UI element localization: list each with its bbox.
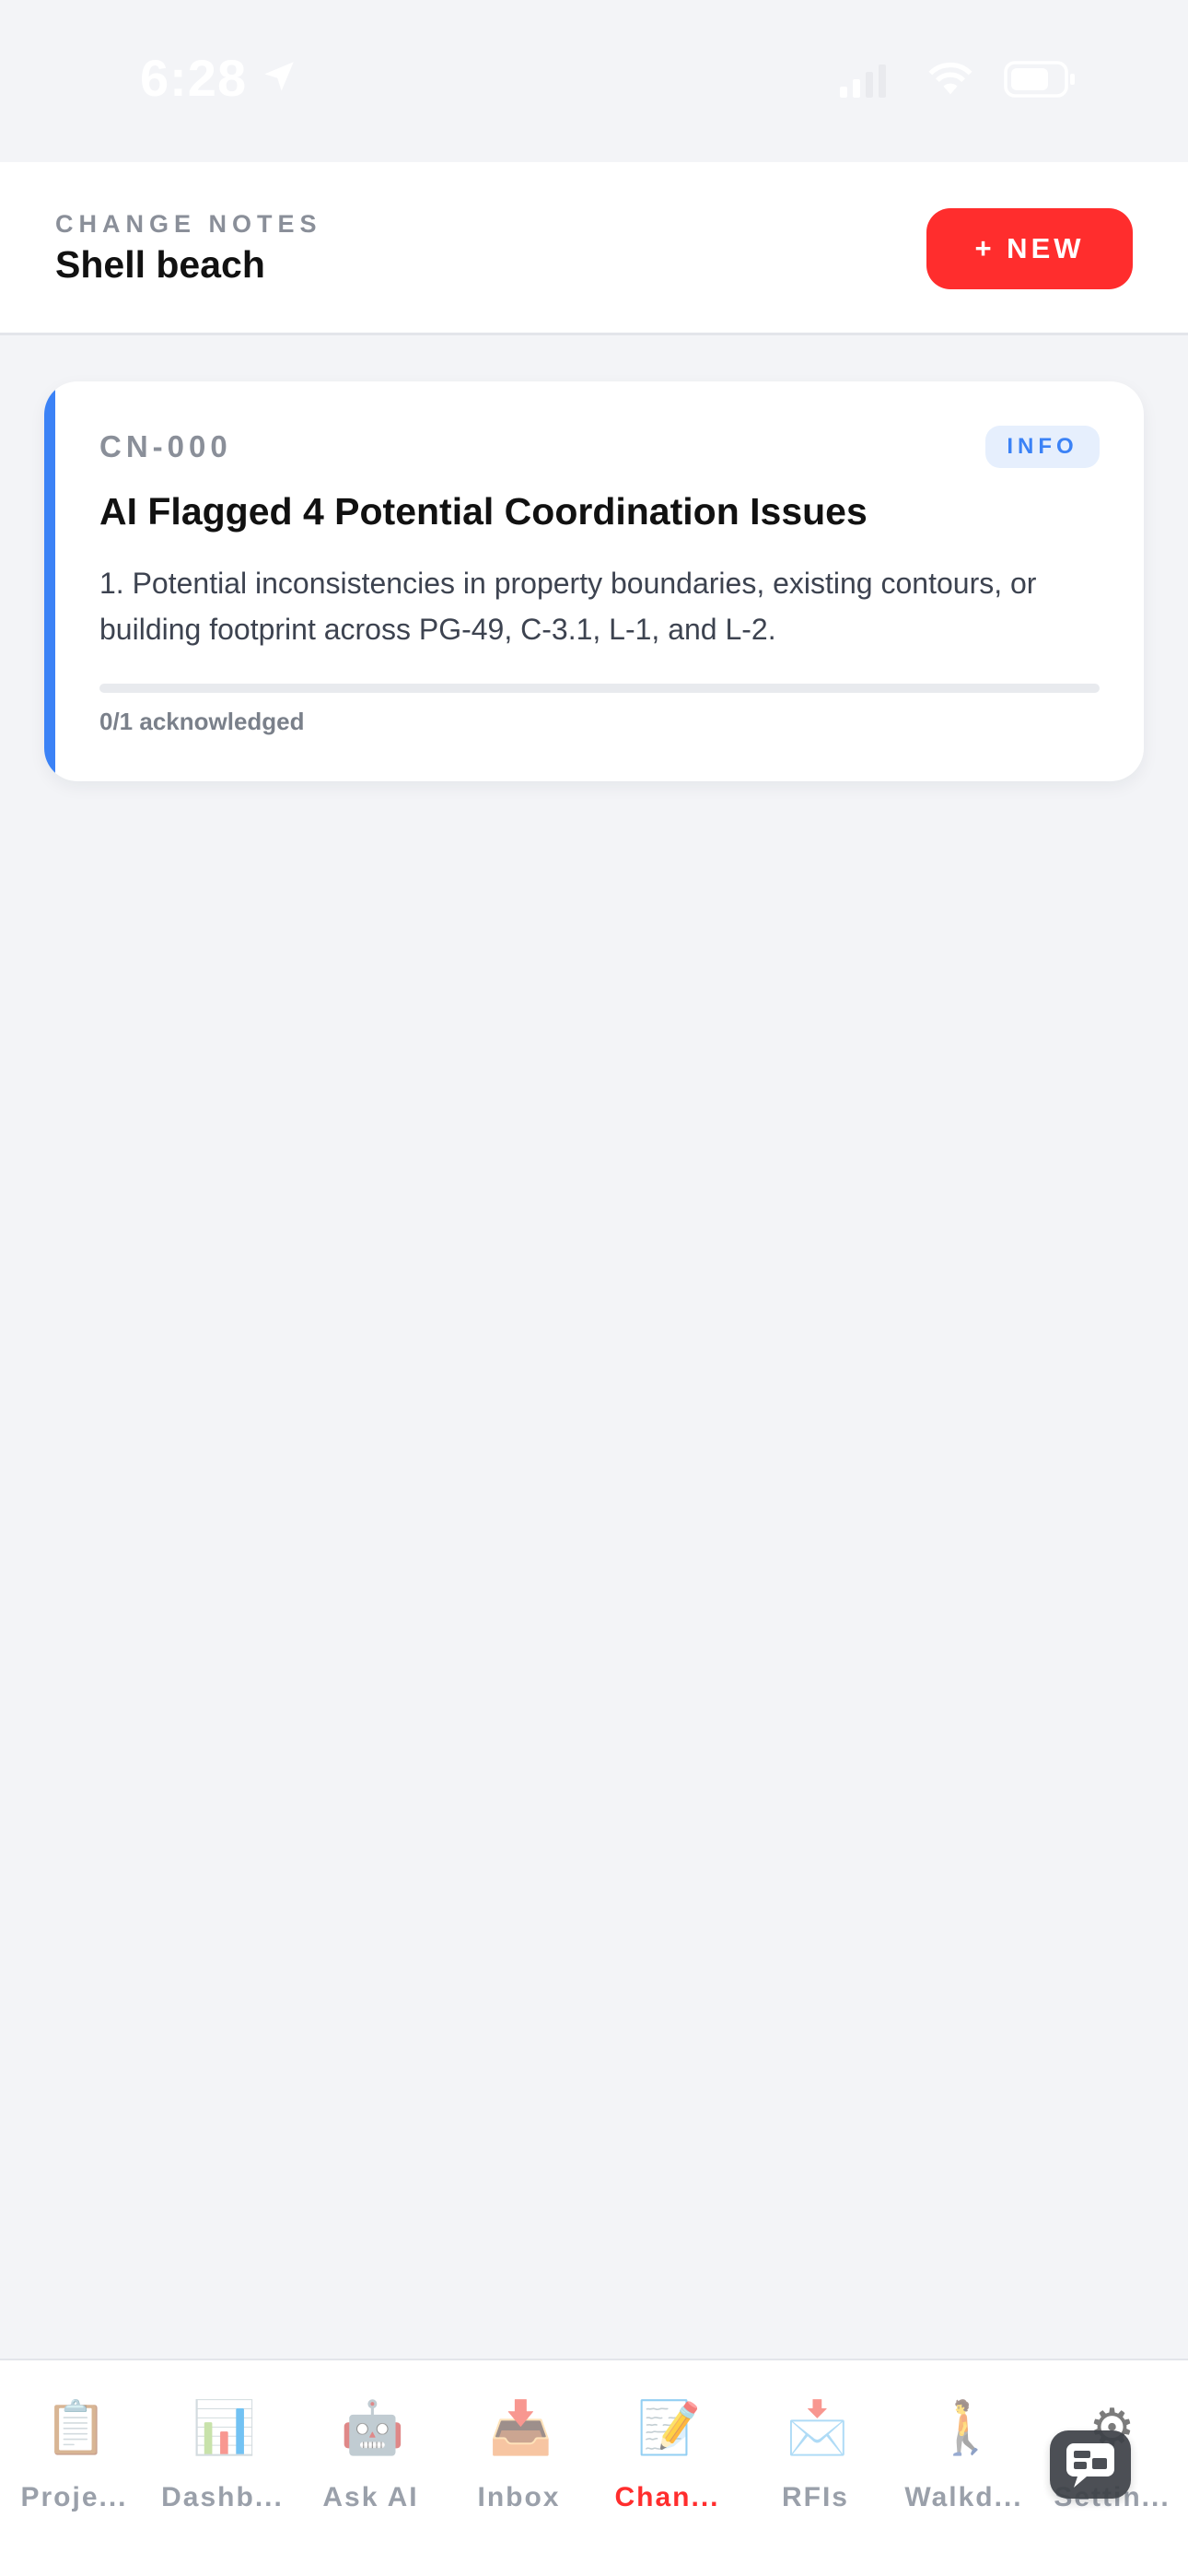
tab-label: Dashb... [161,2482,284,2512]
new-change-note-button[interactable]: + NEW [926,208,1133,289]
chat-bubble-icon [1066,2443,1114,2488]
tab-rfis[interactable]: 📩 RFIs [741,2397,890,2535]
wifi-icon [928,62,973,95]
change-note-card[interactable]: CN-000 INFO AI Flagged 4 Potential Coord… [44,381,1144,781]
acknowledgement-count: 0/1 acknowledged [99,708,305,735]
robot-icon: 🤖 [340,2398,405,2456]
card-accent-bar [44,381,55,781]
tab-label: Walkd... [904,2482,1023,2512]
change-note-body: 1. Potential inconsistencies in property… [99,567,1037,646]
tab-label: Chan... [614,2482,720,2512]
page-header: CHANGE NOTES Shell beach + NEW [0,162,1188,335]
tab-label: Ask AI [322,2482,419,2512]
inbox-tray-icon: 📥 [488,2398,553,2456]
battery-icon [1004,61,1075,98]
bottom-tab-bar: 📋 Proje... 📊 Dashb... 🤖 Ask AI 📥 Inbox 📝… [0,2359,1188,2576]
section-eyebrow: CHANGE NOTES [55,210,322,238]
severity-badge: INFO [985,426,1100,468]
acknowledgement-progress-bar [99,684,1100,693]
chat-floating-button[interactable] [1050,2430,1131,2499]
cellular-signal-icon [840,64,886,98]
status-bar: 6:28 [0,0,1188,162]
tab-walkdown[interactable]: 🚶 Walkd... [890,2397,1038,2535]
status-time: 6:28 [140,49,248,107]
tab-label: Inbox [477,2482,561,2512]
incoming-envelope-icon: 📩 [785,2398,850,2456]
bar-chart-icon: 📊 [192,2398,257,2456]
project-title: Shell beach [55,243,265,286]
location-arrow-icon [264,62,294,91]
change-notes-screen: 6:28 CHANGE NOTES Shell beach + NEW CN-0… [0,0,1188,2576]
memo-pencil-icon: 📝 [636,2398,702,2456]
tab-dashboard[interactable]: 📊 Dashb... [148,2397,297,2535]
tab-inbox[interactable]: 📥 Inbox [445,2397,593,2535]
walking-person-icon: 🚶 [933,2398,998,2456]
tab-label: Proje... [20,2482,128,2512]
tab-ask-ai[interactable]: 🤖 Ask AI [297,2397,445,2535]
change-note-id: CN-000 [99,429,232,463]
tab-projects[interactable]: 📋 Proje... [0,2397,148,2535]
change-note-title: AI Flagged 4 Potential Coordination Issu… [99,490,868,533]
tab-change-notes[interactable]: 📝 Chan... [593,2397,741,2535]
clipboard-icon: 📋 [43,2398,109,2456]
tab-label: RFIs [781,2482,849,2512]
